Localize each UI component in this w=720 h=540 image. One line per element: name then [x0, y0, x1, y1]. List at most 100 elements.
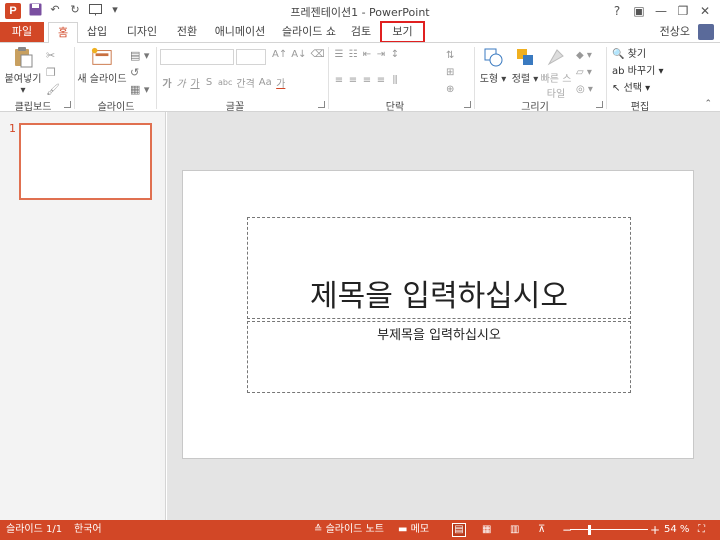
- zoom-out-button[interactable]: −: [562, 520, 572, 540]
- numbering-icon[interactable]: ☷: [348, 49, 358, 60]
- bold-button[interactable]: 가: [162, 75, 172, 90]
- bullets-icon[interactable]: ☰: [334, 49, 344, 60]
- shapes-label: 도형: [479, 74, 499, 85]
- normal-view-icon[interactable]: ▤: [452, 523, 466, 537]
- comments-label: 메모: [410, 524, 430, 535]
- shape-effects-icon[interactable]: ◎ ▾: [576, 81, 593, 98]
- zoom-in-button[interactable]: +: [650, 520, 660, 540]
- tab-review[interactable]: 검토: [346, 22, 376, 42]
- group-label-paragraph: 단락: [385, 102, 405, 113]
- replace-label: 바꾸기: [627, 66, 656, 77]
- smartart-icon[interactable]: ⊕: [446, 81, 454, 98]
- section-icon[interactable]: ▦ ▾: [130, 81, 149, 98]
- restore-button[interactable]: ❐: [672, 2, 694, 20]
- align-text-icon[interactable]: ⊞: [446, 64, 454, 81]
- subtitle-placeholder[interactable]: 부제목을 입력하십시오: [247, 321, 631, 393]
- replace-button[interactable]: ab 바꾸기 ▾: [612, 63, 663, 80]
- reading-view-icon[interactable]: ▥: [510, 520, 519, 540]
- tab-transitions[interactable]: 전환: [172, 22, 202, 42]
- help-button[interactable]: ?: [606, 2, 628, 20]
- tab-file[interactable]: 파일: [0, 22, 44, 42]
- shape-fill-icon[interactable]: ◆ ▾: [576, 47, 593, 64]
- title-placeholder[interactable]: 제목을 입력하십시오: [247, 217, 631, 319]
- text-direction-icon[interactable]: ⇅: [446, 47, 454, 64]
- group-separator: [156, 47, 157, 109]
- layout-icon[interactable]: ▤ ▾: [130, 47, 149, 64]
- tab-home[interactable]: 홈: [48, 22, 78, 43]
- slide-number: 1: [9, 122, 16, 135]
- ribbon-display-options-button[interactable]: ▣: [628, 2, 650, 20]
- select-icon: ↖: [612, 83, 621, 94]
- notes-button[interactable]: ≙ 슬라이드 노트: [314, 520, 384, 540]
- new-slide-button[interactable]: 새 슬라이드: [76, 46, 128, 85]
- slide-sorter-icon[interactable]: ▦: [482, 520, 491, 540]
- italic-button[interactable]: 가: [176, 75, 186, 90]
- tab-insert[interactable]: 삽입: [82, 22, 112, 42]
- slide-indicator[interactable]: 슬라이드 1/1: [6, 520, 62, 540]
- replace-icon: ab: [612, 66, 625, 77]
- copy-icon[interactable]: ❐: [46, 64, 60, 81]
- close-button[interactable]: ✕: [694, 2, 716, 20]
- slide-canvas[interactable]: 제목을 입력하십시오 부제목을 입력하십시오: [182, 170, 694, 459]
- cut-icon[interactable]: ✂: [46, 47, 60, 64]
- clear-format-icon[interactable]: ⌫: [310, 49, 324, 60]
- change-case-button[interactable]: Aa: [259, 77, 272, 88]
- find-icon: 🔍: [612, 49, 625, 60]
- comment-icon: ▬: [398, 524, 408, 535]
- minimize-button[interactable]: —: [650, 2, 672, 20]
- select-button[interactable]: ↖ 선택 ▾: [612, 80, 663, 97]
- title-placeholder-text: 제목을 입력하십시오: [310, 279, 568, 314]
- paste-button[interactable]: 붙여넣기 ▾: [4, 46, 42, 96]
- paragraph-list-tools: ☰ ☷ ⇤ ⇥ ↕: [334, 49, 400, 60]
- shrink-font-icon[interactable]: A↓: [291, 49, 306, 60]
- paste-label: 붙여넣기: [4, 74, 42, 85]
- clipboard-launcher[interactable]: [64, 101, 71, 108]
- editing-tools: 🔍 찾기 ab 바꾸기 ▾ ↖ 선택 ▾: [612, 46, 663, 97]
- slide-thumbnails-panel[interactable]: 1: [0, 112, 166, 520]
- tab-design[interactable]: 디자인: [124, 22, 160, 42]
- columns-icon[interactable]: ⫼: [390, 75, 400, 86]
- line-spacing-icon[interactable]: ↕: [390, 49, 400, 60]
- format-painter-icon[interactable]: 🖌: [46, 81, 60, 98]
- underline-button[interactable]: 가: [190, 75, 200, 90]
- avatar[interactable]: [698, 24, 714, 40]
- font-launcher[interactable]: [318, 101, 325, 108]
- slideshow-view-icon[interactable]: ⊼: [538, 520, 545, 540]
- zoom-slider-track[interactable]: [570, 529, 648, 530]
- decrease-indent-icon[interactable]: ⇤: [362, 49, 372, 60]
- justify-icon[interactable]: ≡: [376, 75, 386, 86]
- align-center-icon[interactable]: ≡: [348, 75, 358, 86]
- user-name[interactable]: 전상오: [660, 22, 690, 42]
- quick-styles-label: 빠른 스타일: [540, 74, 572, 100]
- drawing-launcher[interactable]: [596, 101, 603, 108]
- tab-view[interactable]: 보기: [380, 21, 425, 43]
- font-size-combo[interactable]: [236, 49, 266, 65]
- collapse-ribbon-icon[interactable]: ⌃: [704, 99, 712, 109]
- align-right-icon[interactable]: ≡: [362, 75, 372, 86]
- zoom-slider-thumb[interactable]: [588, 525, 591, 535]
- fit-slide-icon[interactable]: ⛶: [698, 520, 705, 540]
- tab-slideshow[interactable]: 슬라이드 쇼: [280, 22, 338, 42]
- zoom-level[interactable]: 54 %: [664, 520, 689, 540]
- strikethrough-button[interactable]: S: [204, 77, 214, 88]
- font-color-button[interactable]: 가: [276, 75, 286, 90]
- comments-button[interactable]: ▬ 메모: [398, 520, 429, 540]
- paragraph-launcher[interactable]: [464, 101, 471, 108]
- shape-outline-icon[interactable]: ▱ ▾: [576, 64, 593, 81]
- tab-animations[interactable]: 애니메이션: [212, 22, 268, 42]
- shadow-button[interactable]: abc: [218, 78, 232, 87]
- reset-icon[interactable]: ↺: [130, 64, 149, 81]
- shapes-button[interactable]: 도형 ▾: [478, 46, 508, 85]
- align-left-icon[interactable]: ≡: [334, 75, 344, 86]
- quick-styles-button[interactable]: 빠른 스타일: [540, 46, 572, 100]
- grow-font-icon[interactable]: A↑: [272, 49, 287, 60]
- arrange-button[interactable]: 정렬 ▾: [510, 46, 540, 85]
- char-spacing-button[interactable]: 간격: [236, 75, 254, 90]
- increase-indent-icon[interactable]: ⇥: [376, 49, 386, 60]
- select-label: 선택: [623, 83, 642, 94]
- slide-thumbnail[interactable]: [19, 123, 152, 200]
- slide-editing-area[interactable]: 제목을 입력하십시오 부제목을 입력하십시오: [167, 112, 720, 520]
- find-button[interactable]: 🔍 찾기: [612, 46, 663, 63]
- language-indicator[interactable]: 한국어: [74, 520, 102, 540]
- font-name-combo[interactable]: [160, 49, 234, 65]
